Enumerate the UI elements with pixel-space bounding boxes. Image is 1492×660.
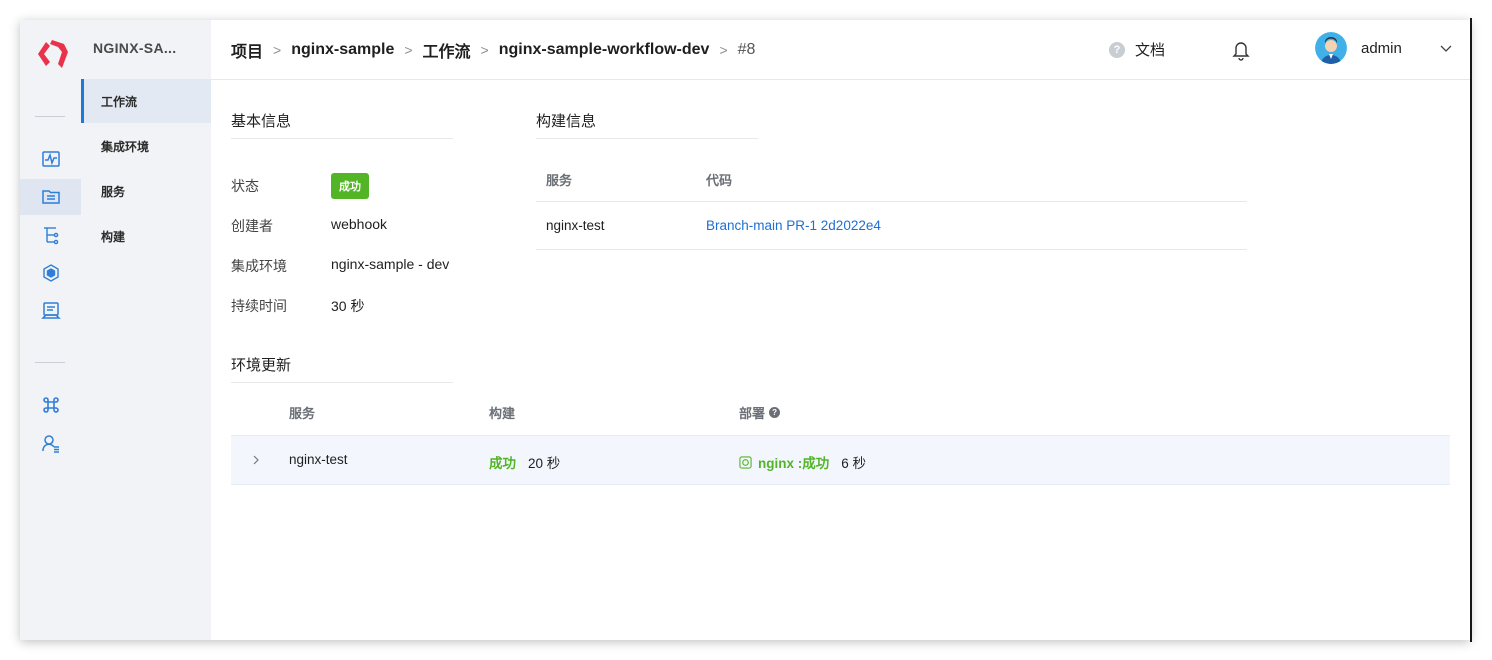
env-col-service: 服务 <box>289 406 316 421</box>
container-icon <box>739 455 752 469</box>
app-window: NGINX-SA... 工作流 集成环境 服务 构建 项目 > nginx-sa… <box>20 20 1470 640</box>
chevron-down-icon <box>1440 45 1452 52</box>
rail-item-plugins[interactable] <box>20 387 81 423</box>
subnav-item-label: 构建 <box>101 229 126 244</box>
breadcrumb-separator: > <box>404 42 413 58</box>
cube-icon <box>42 264 59 282</box>
env-col-build: 构建 <box>489 406 516 421</box>
user-list-icon <box>41 435 59 453</box>
chevron-right-icon[interactable] <box>251 455 261 465</box>
duration-value: 30 秒 <box>331 298 365 314</box>
tree-icon <box>43 227 58 245</box>
table-divider <box>536 249 1247 250</box>
env-col-deploy-label: 部署 <box>739 406 766 421</box>
env-row-deploy-name: nginx :成功 <box>758 456 830 471</box>
icon-rail <box>20 20 82 640</box>
project-name[interactable]: NGINX-SA... <box>93 40 176 56</box>
table-row[interactable]: nginx-test 成功 20 秒 nginx :成功 6 秒 <box>231 435 1450 485</box>
main-content: 基本信息 状态 成功 创建者 webhook 集成环境 nginx-sample… <box>211 80 1470 640</box>
env-update-title: 环境更新 <box>231 354 453 383</box>
build-row-code-link[interactable]: Branch-main PR-1 2d2022e4 <box>706 218 881 233</box>
duration-label: 持续时间 <box>231 298 287 314</box>
avatar <box>1315 32 1347 64</box>
rail-item-projects[interactable] <box>20 179 81 215</box>
env-label: 集成环境 <box>231 258 287 274</box>
status-label: 状态 <box>231 178 259 194</box>
list-icon <box>41 190 60 204</box>
subnav-item-label: 集成环境 <box>101 139 150 154</box>
breadcrumb-separator: > <box>719 42 728 58</box>
breadcrumb-workflows[interactable]: 工作流 <box>423 38 471 62</box>
activity-icon <box>41 151 60 167</box>
subnav-item-builds[interactable]: 构建 <box>81 214 211 258</box>
build-col-code: 代码 <box>706 173 733 188</box>
breadcrumb: 项目 > nginx-sample > 工作流 > nginx-sample-w… <box>231 38 755 62</box>
env-row-service: nginx-test <box>289 452 348 467</box>
breadcrumb-workflow[interactable]: nginx-sample-workflow-dev <box>499 41 710 59</box>
status-badge: 成功 <box>331 173 369 199</box>
command-icon <box>42 397 59 413</box>
table-divider <box>536 201 1247 202</box>
notification-bell-icon[interactable] <box>1231 39 1251 61</box>
rail-item-overview[interactable] <box>20 141 81 177</box>
username: admin <box>1361 39 1402 57</box>
breadcrumb-task-number: #8 <box>737 41 756 58</box>
rail-item-artifacts[interactable] <box>20 255 81 291</box>
project-subnav: NGINX-SA... 工作流 集成环境 服务 构建 <box>81 20 211 640</box>
subnav-item-workflow[interactable]: 工作流 <box>81 79 211 123</box>
user-menu[interactable]: admin <box>1315 32 1452 64</box>
breadcrumb-projects[interactable]: 项目 <box>231 38 263 62</box>
help-icon[interactable]: ? <box>769 407 781 418</box>
breadcrumb-project[interactable]: nginx-sample <box>291 41 394 59</box>
breadcrumb-separator: > <box>480 42 489 58</box>
help-icon: ? <box>1109 41 1125 58</box>
env-row-build-time: 20 秒 <box>528 456 561 471</box>
env-col-deploy: 部署 ? <box>739 403 781 422</box>
creator-value: webhook <box>331 216 388 232</box>
zadig-logo[interactable] <box>28 34 72 74</box>
subnav-item-label: 服务 <box>101 184 126 199</box>
rail-item-testing[interactable] <box>20 293 81 329</box>
rail-divider <box>35 362 65 363</box>
docs-link[interactable]: ? 文档 <box>1109 39 1165 60</box>
breadcrumb-separator: > <box>273 42 282 58</box>
rail-divider <box>35 116 65 117</box>
env-row-deploy[interactable]: nginx :成功 6 秒 <box>739 452 866 472</box>
rail-item-pipelines[interactable] <box>20 217 81 253</box>
subnav-item-environments[interactable]: 集成环境 <box>81 124 211 168</box>
basic-info-title: 基本信息 <box>231 110 453 139</box>
env-value[interactable]: nginx-sample - dev <box>331 256 449 272</box>
subnav-item-label: 工作流 <box>101 94 138 109</box>
build-col-service: 服务 <box>546 173 573 188</box>
build-info-title: 构建信息 <box>536 110 758 139</box>
creator-label: 创建者 <box>231 218 273 234</box>
rail-item-users[interactable] <box>20 425 81 461</box>
docs-label: 文档 <box>1135 42 1166 59</box>
monitor-icon <box>40 302 61 319</box>
top-header: 项目 > nginx-sample > 工作流 > nginx-sample-w… <box>211 20 1470 80</box>
env-row-build-status[interactable]: 成功 <box>489 452 516 472</box>
env-row-deploy-time: 6 秒 <box>841 456 867 471</box>
subnav-item-services[interactable]: 服务 <box>81 169 211 213</box>
build-row-service: nginx-test <box>546 218 605 233</box>
